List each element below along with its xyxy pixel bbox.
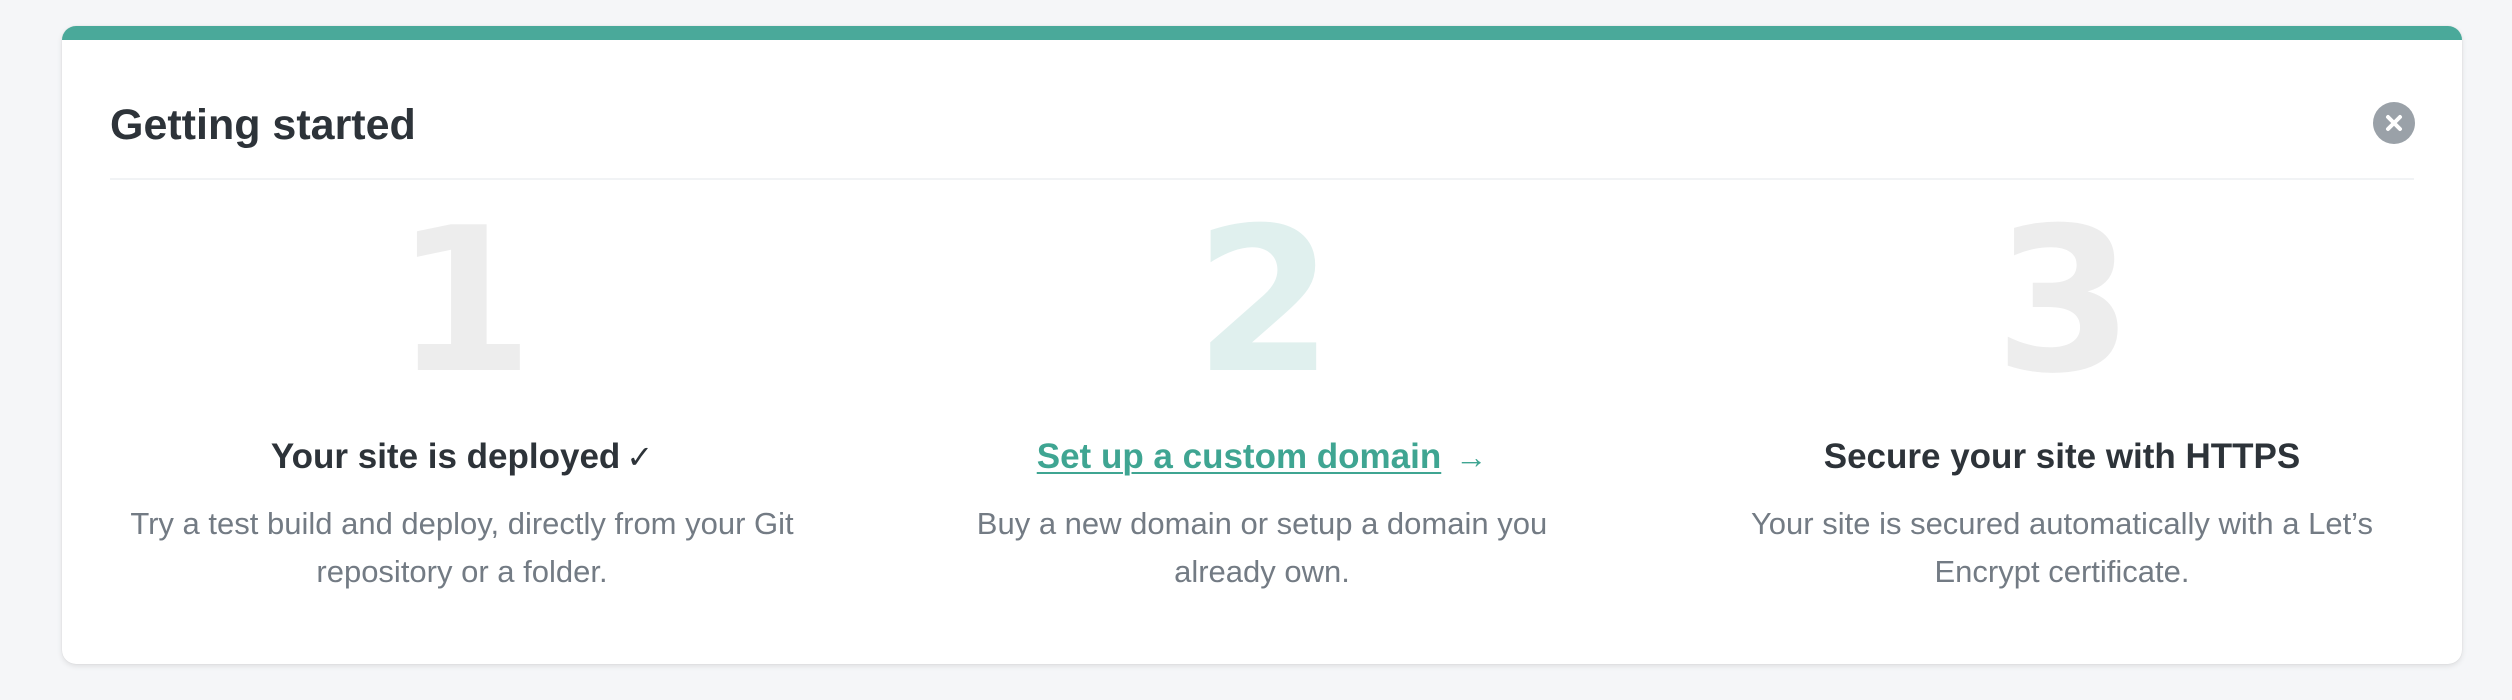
steps-list: 1 Your site is deployed ✓ Try a test buil… — [62, 178, 2462, 618]
step-title: Secure your site with HTTPS — [1662, 436, 2462, 478]
step-deploy: 1 Your site is deployed ✓ Try a test buil… — [62, 178, 862, 618]
step-number: 3 — [1994, 185, 2133, 418]
step-description-line: already own. — [1174, 554, 1350, 589]
step-title-text: Your site is deployed — [270, 437, 621, 476]
checkmark-icon: ✓ — [626, 439, 654, 475]
step-custom-domain: 2 Set up a custom domain → Buy a new doma… — [862, 178, 1662, 618]
getting-started-card: Getting started 1 Your site is deployed ✓… — [62, 26, 2462, 664]
step-description-line: Encrypt certificate. — [1934, 554, 2190, 589]
step-title-text: Secure your site with HTTPS — [1823, 437, 2301, 476]
step-number: 1 — [394, 185, 533, 418]
step-number: 2 — [1194, 185, 1333, 418]
step-title: Your site is deployed ✓ — [62, 436, 862, 478]
step-description-line: Try a test build and deploy, directly fr… — [130, 506, 794, 541]
step-description-line: Buy a new domain or setup a domain you — [976, 506, 1548, 541]
step-description: Buy a new domain or setup a domain you a… — [902, 500, 1622, 596]
step-description: Try a test build and deploy, directly fr… — [102, 500, 822, 596]
close-icon — [2386, 115, 2402, 131]
step-description-line: Your site is secured automatically with … — [1750, 506, 2374, 541]
arrow-right-icon: → — [1455, 439, 1488, 475]
step-description: Your site is secured automatically with … — [1702, 500, 2422, 596]
step-description-line: repository or a folder. — [316, 554, 608, 589]
step-title: Set up a custom domain → — [862, 436, 1662, 478]
card-accent-bar — [62, 26, 2462, 40]
step-https: 3 Secure your site with HTTPS Your site … — [1662, 178, 2462, 618]
custom-domain-link[interactable]: Set up a custom domain — [1037, 437, 1442, 476]
card-header: Getting started — [110, 40, 2415, 180]
card-title: Getting started — [110, 101, 416, 149]
close-button[interactable] — [2373, 102, 2415, 144]
